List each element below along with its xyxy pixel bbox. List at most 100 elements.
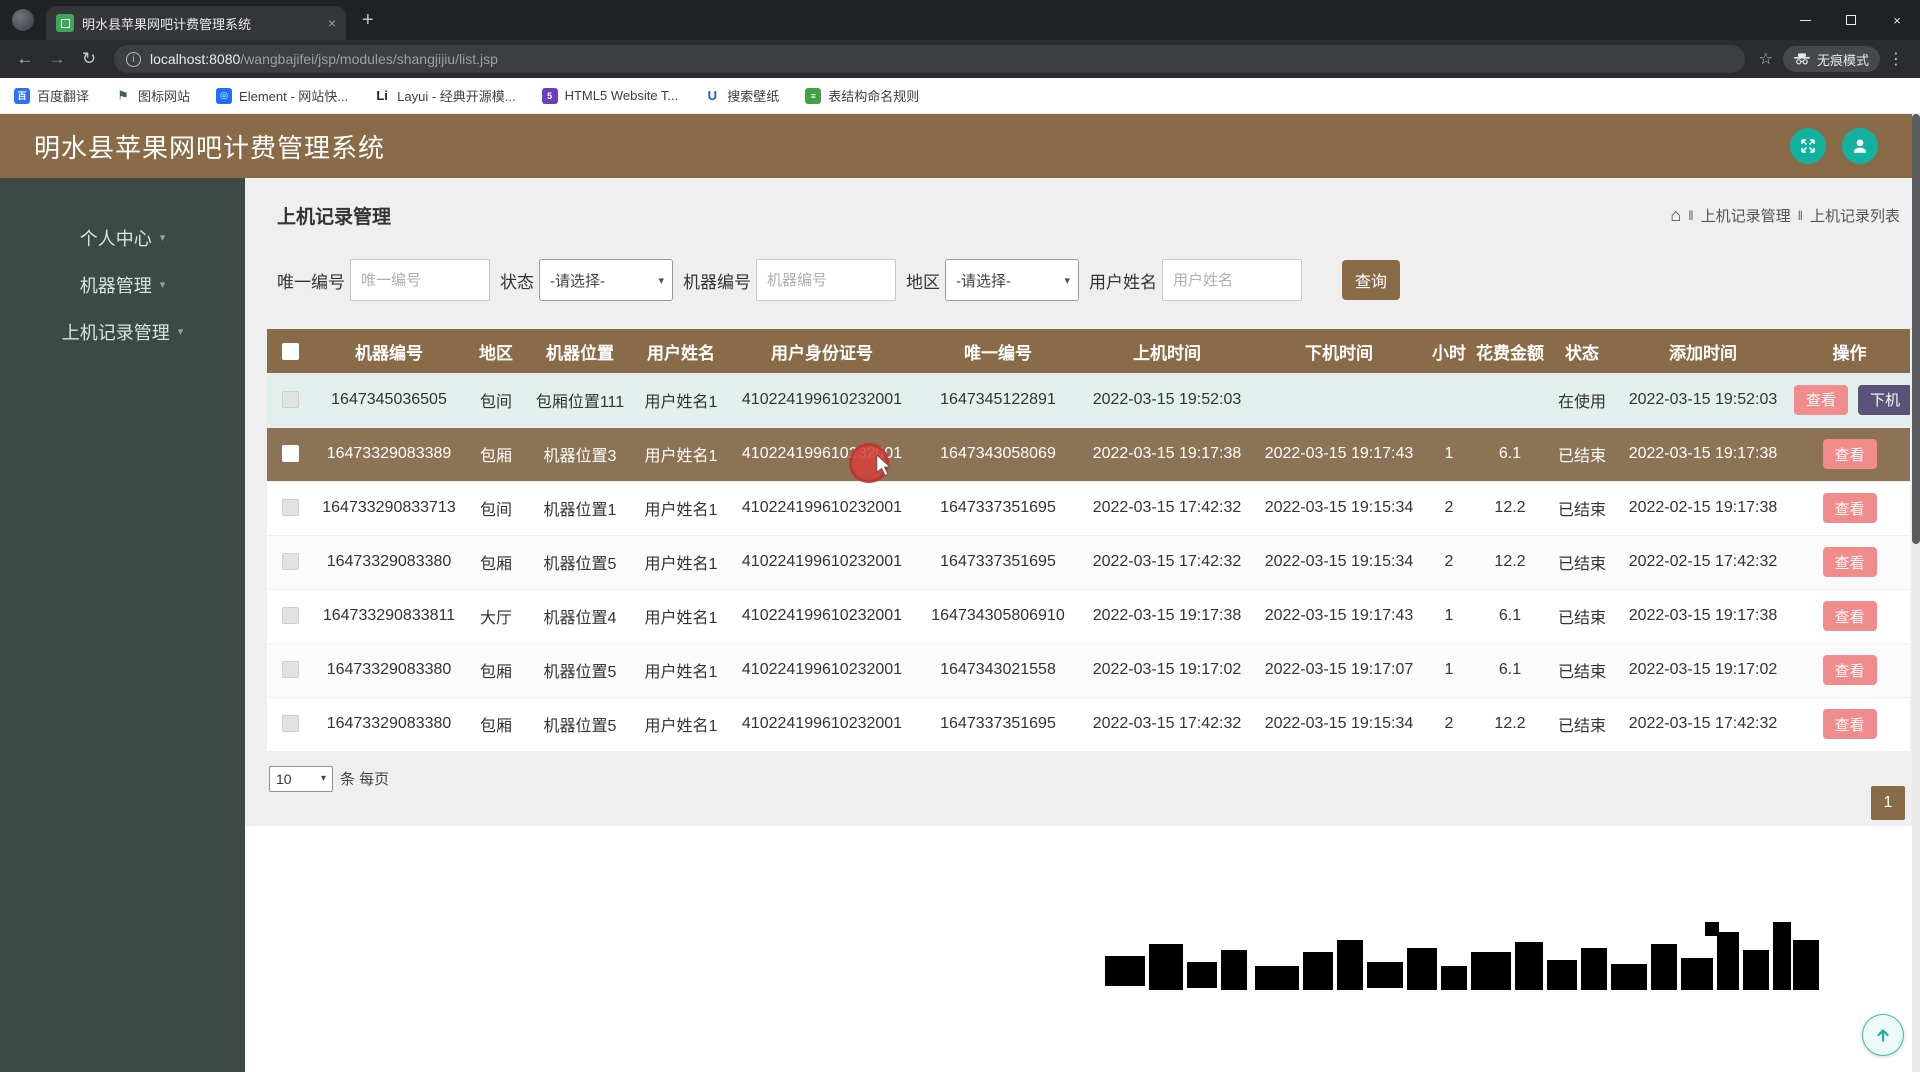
- table-row: 1647345036505 包间 包厢位置111 用户姓名1 4102241996102…: [267, 373, 1910, 427]
- tab-title: 明水县苹果网吧计费管理系统: [82, 16, 252, 32]
- row-actions: 查看: [1789, 481, 1910, 535]
- row-checkbox[interactable]: [281, 607, 299, 625]
- bookmark-favicon: 百: [14, 87, 30, 104]
- table-cell: 包厢: [465, 427, 527, 481]
- table-cell: 已结束: [1547, 589, 1617, 643]
- user-name-input[interactable]: [1162, 259, 1302, 301]
- fullscreen-button[interactable]: [1790, 128, 1826, 164]
- status-label: 状态: [500, 272, 534, 292]
- view-button[interactable]: 查看: [1822, 493, 1877, 523]
- table-cell: 1647345036505: [313, 373, 465, 427]
- bookmark-item[interactable]: U 搜索壁纸: [704, 86, 780, 105]
- minimize-button[interactable]: [1782, 0, 1828, 40]
- window-close-button[interactable]: ×: [1874, 0, 1920, 40]
- view-button[interactable]: 查看: [1794, 384, 1848, 415]
- user-name-group: 用户姓名: [1089, 259, 1302, 301]
- table-cell: 1647337351695: [915, 535, 1081, 589]
- page-size-value: 10: [276, 770, 292, 787]
- table-cell: 2022-02-15 17:42:32: [1617, 535, 1789, 589]
- view-button[interactable]: 查看: [1822, 655, 1877, 685]
- unique-no-input[interactable]: [350, 259, 490, 301]
- site-title: 明水县苹果网吧计费管理系统: [34, 132, 386, 163]
- table-cell: 2022-03-15 17:42:32: [1081, 535, 1253, 589]
- table-cell: 包间: [465, 373, 527, 427]
- reload-button[interactable]: ↻: [74, 49, 104, 69]
- row-checkbox[interactable]: [281, 661, 299, 679]
- bookmark-item[interactable]: ≡ 表结构命名规则: [805, 86, 919, 105]
- machine-no-input[interactable]: [756, 259, 896, 301]
- table-cell: 用户姓名1: [633, 373, 729, 427]
- bookmark-item[interactable]: ◎ Element - 网站快...: [216, 86, 348, 105]
- tab-close-icon[interactable]: ×: [328, 15, 336, 31]
- row-checkbox[interactable]: [281, 445, 299, 463]
- table-cell: 2022-03-15 17:42:32: [1081, 481, 1253, 535]
- browser-menu-icon[interactable]: ⋮: [1882, 49, 1910, 69]
- table-cell: 1647337351695: [915, 697, 1081, 751]
- table-cell: 410224199610232001: [729, 481, 915, 535]
- chevron-down-icon: ▾: [159, 279, 166, 291]
- bookmark-label: 表结构命名规则: [828, 89, 920, 104]
- bookmark-favicon: ⚑: [117, 87, 129, 103]
- table-cell: [1253, 373, 1425, 427]
- bookmark-item[interactable]: 百百度翻译: [14, 86, 89, 105]
- table-cell: 6.1: [1473, 589, 1547, 643]
- restore-button[interactable]: [1828, 0, 1874, 40]
- table-row: 16473329083380 包厢 机器位置5 用户姓名1 41022419961023…: [267, 643, 1910, 697]
- bookmark-star-icon[interactable]: ☆: [1759, 49, 1773, 69]
- view-button[interactable]: 查看: [1822, 601, 1877, 631]
- bookmark-item[interactable]: ⚑ 图标网站: [115, 86, 190, 105]
- content-panel: 上机记录管理 ⌂ ‖ 上机记录管理 ‖ 上机记录列表 唯一编号 唯一编号 状态 …: [245, 178, 1920, 826]
- table-cell: 2022-03-15 19:17:43: [1253, 427, 1425, 481]
- sidebar-item-label: 上机记录管理: [61, 322, 170, 343]
- sidebar-item-1[interactable]: 机器管理 ▾: [0, 261, 245, 308]
- table-cell: 用户姓名1: [633, 481, 729, 535]
- home-icon[interactable]: ⌂: [1670, 205, 1681, 226]
- new-tab-button[interactable]: +: [362, 9, 374, 32]
- status-select[interactable]: -请选择- ▾: [539, 259, 673, 301]
- table-cell: 2022-03-15 17:42:32: [1617, 697, 1789, 751]
- row-checkbox[interactable]: [281, 715, 299, 733]
- offline-button[interactable]: 下机: [1858, 384, 1910, 415]
- view-button[interactable]: 查看: [1822, 547, 1877, 577]
- back-button[interactable]: ←: [10, 49, 40, 69]
- view-button[interactable]: 查看: [1822, 709, 1877, 739]
- bookmark-item[interactable]: 5 HTML5 Website T...: [541, 87, 678, 104]
- select-all-checkbox[interactable]: [281, 343, 299, 361]
- table-cell: 机器位置3: [527, 427, 633, 481]
- bookmark-favicon: U: [707, 88, 717, 103]
- table-row: 164733290833713 包间 机器位置1 用户姓名1 4102241996102…: [267, 481, 1910, 535]
- url-bar[interactable]: i localhost:8080/wangbajifei/jsp/modules…: [114, 45, 1745, 73]
- breadcrumb-item[interactable]: 上机记录管理: [1701, 205, 1791, 226]
- user-profile-button[interactable]: [1842, 128, 1878, 164]
- table-cell: 已结束: [1547, 481, 1617, 535]
- table-cell: 2022-03-15 19:17:38: [1081, 589, 1253, 643]
- url-host: localhost:8080: [150, 51, 241, 67]
- site-info-icon[interactable]: i: [126, 51, 141, 67]
- row-checkbox[interactable]: [281, 499, 299, 517]
- table-row: 164733290833811 大厅 机器位置4 用户姓名1 4102241996102…: [267, 589, 1910, 643]
- view-button[interactable]: 查看: [1822, 439, 1877, 469]
- forward-button[interactable]: →: [42, 49, 72, 69]
- bookmark-item[interactable]: Li Layui - 经典开源模...: [374, 86, 515, 105]
- back-to-top-button[interactable]: [1862, 1014, 1904, 1056]
- table-cell: 2022-03-15 19:15:34: [1253, 535, 1425, 589]
- table-cell: 410224199610232001: [729, 643, 915, 697]
- row-actions: 查看 下机: [1789, 373, 1910, 427]
- tab-bar: 明水县苹果网吧计费管理系统 × + ×: [0, 0, 1920, 40]
- row-checkbox[interactable]: [281, 391, 299, 409]
- row-actions: 查看: [1789, 427, 1910, 481]
- page-size-select[interactable]: 10 ▾: [269, 765, 333, 792]
- table-cell: 包厢: [465, 643, 527, 697]
- sidebar-item-2[interactable]: 上机记录管理 ▾: [0, 308, 245, 355]
- breadcrumb-item[interactable]: 上机记录列表: [1810, 205, 1900, 226]
- sidebar-item-0[interactable]: 个人中心 ▾: [0, 214, 245, 261]
- area-select[interactable]: -请选择- ▾: [945, 259, 1079, 301]
- active-tab[interactable]: 明水县苹果网吧计费管理系统 ×: [46, 6, 346, 40]
- webpage: 明水县苹果网吧计费管理系统 个人中心 ▾ 机器管理 ▾ 上机记录管理 ▾ 上机记…: [0, 114, 1920, 1072]
- scrollbar-thumb[interactable]: [1912, 114, 1920, 544]
- row-checkbox[interactable]: [281, 553, 299, 571]
- page-scrollbar[interactable]: [1912, 114, 1920, 1072]
- query-button[interactable]: 查询: [1342, 260, 1400, 300]
- page-1-button[interactable]: 1: [1871, 786, 1905, 820]
- table-cell: 1647337351695: [915, 481, 1081, 535]
